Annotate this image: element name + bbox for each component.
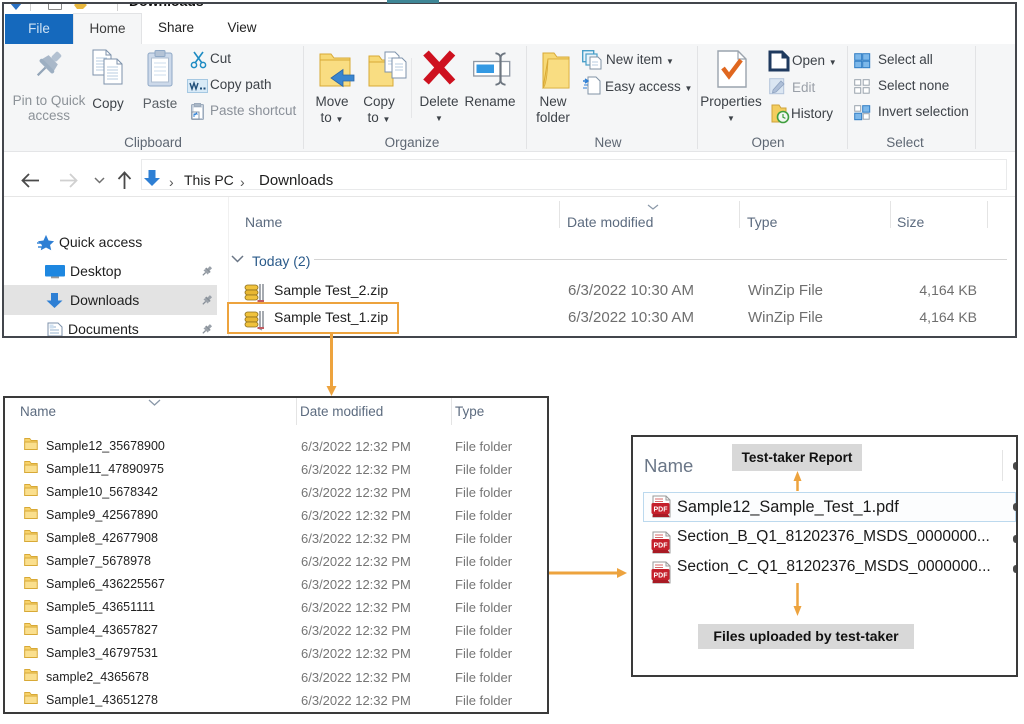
svg-text:PDF: PDF [654,507,669,514]
svg-text:PDF: PDF [654,573,669,580]
svg-text:PDF: PDF [654,543,669,550]
